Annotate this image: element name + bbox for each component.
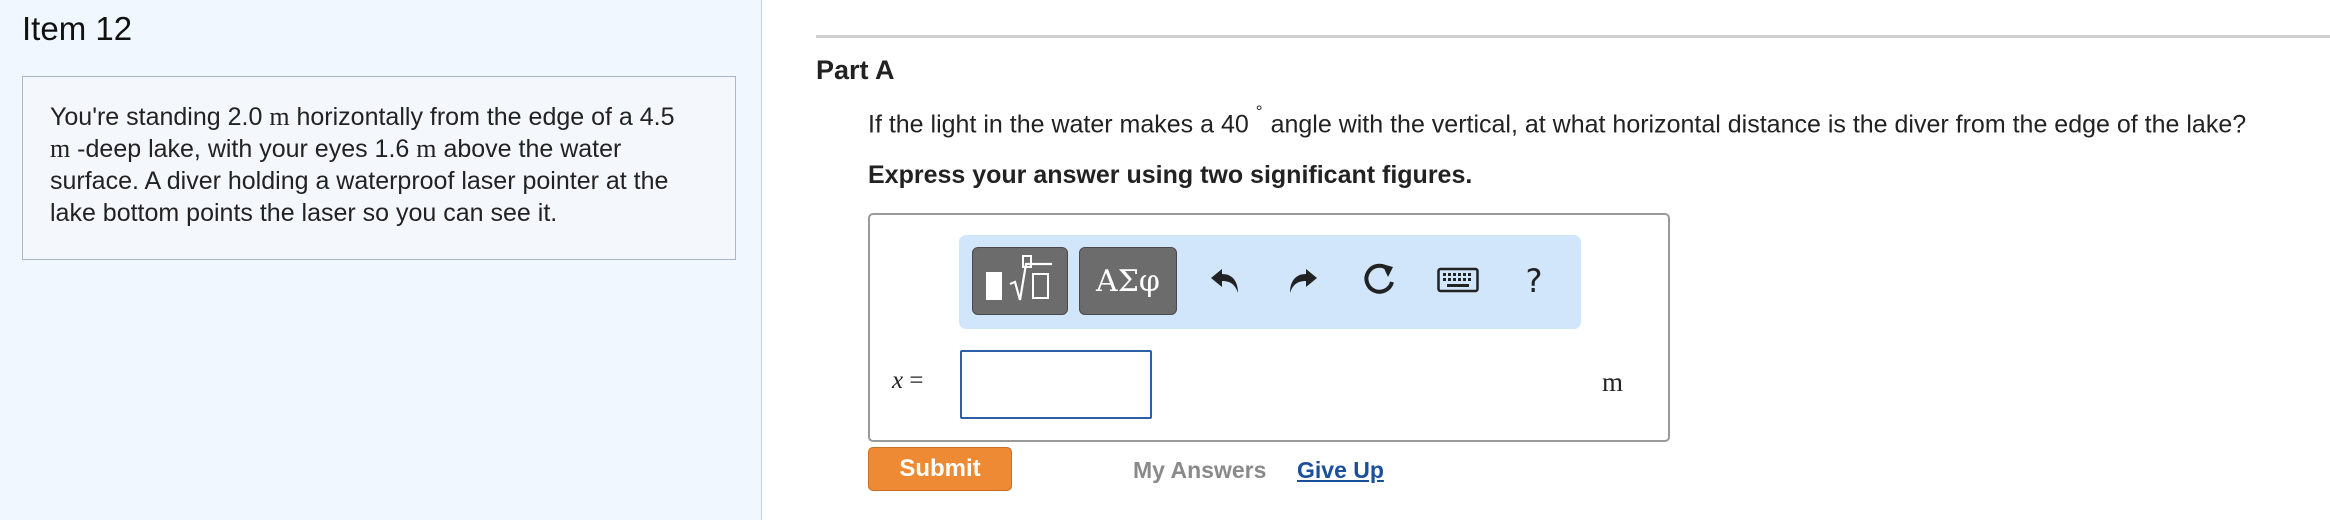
- keyboard-icon: [1437, 265, 1479, 298]
- my-answers-link[interactable]: My Answers: [1133, 457, 1266, 484]
- math-toolbar: ΑΣφ ?: [959, 235, 1581, 329]
- answer-instruction: Express your answer using two significan…: [868, 161, 1473, 189]
- redo-button[interactable]: [1272, 251, 1332, 311]
- equals-sign: =: [903, 367, 924, 394]
- problem-panel: Item 12 You're standing 2.0 m horizontal…: [0, 0, 762, 520]
- degree-symbol: °: [1255, 102, 1263, 121]
- answer-unit: m: [1602, 367, 1624, 397]
- part-divider: [816, 35, 2330, 38]
- undo-icon: [1208, 261, 1244, 302]
- unit-meters: m: [50, 134, 71, 163]
- help-button[interactable]: ?: [1504, 251, 1564, 311]
- keyboard-button[interactable]: [1428, 251, 1488, 311]
- answer-input[interactable]: [960, 350, 1152, 419]
- unit-meters: m: [416, 134, 437, 163]
- problem-statement: You're standing 2.0 m horizontally from …: [22, 76, 736, 260]
- unit-meters: m: [269, 102, 290, 131]
- answer-area: ΑΣφ ? x = m: [868, 213, 1670, 442]
- problem-text: You're standing 2.0: [50, 103, 270, 131]
- question-post: angle with the vertical, at what horizon…: [1270, 110, 2247, 139]
- variable-name: x: [892, 367, 904, 394]
- submit-button[interactable]: Submit: [868, 447, 1012, 491]
- templates-button[interactable]: [972, 247, 1068, 315]
- problem-text: horizontally from the edge of a 4.5: [289, 103, 675, 131]
- reset-button[interactable]: [1350, 251, 1410, 311]
- part-title: Part A: [816, 55, 895, 85]
- greek-symbols-button[interactable]: ΑΣφ: [1079, 247, 1177, 315]
- problem-text: -deep lake, with your eyes 1.6: [70, 135, 417, 163]
- templates-sqrt-icon: [982, 252, 1058, 311]
- redo-icon: [1284, 261, 1320, 302]
- undo-button[interactable]: [1196, 251, 1256, 311]
- item-title: Item 12: [22, 10, 133, 47]
- reset-icon: [1361, 260, 1399, 303]
- question-pre: If the light in the water makes a 40: [868, 110, 1249, 139]
- question-text: If the light in the water makes a 40 ° ang…: [868, 102, 2247, 139]
- answer-variable-label: x =: [892, 367, 923, 395]
- give-up-link[interactable]: Give Up: [1297, 457, 1384, 484]
